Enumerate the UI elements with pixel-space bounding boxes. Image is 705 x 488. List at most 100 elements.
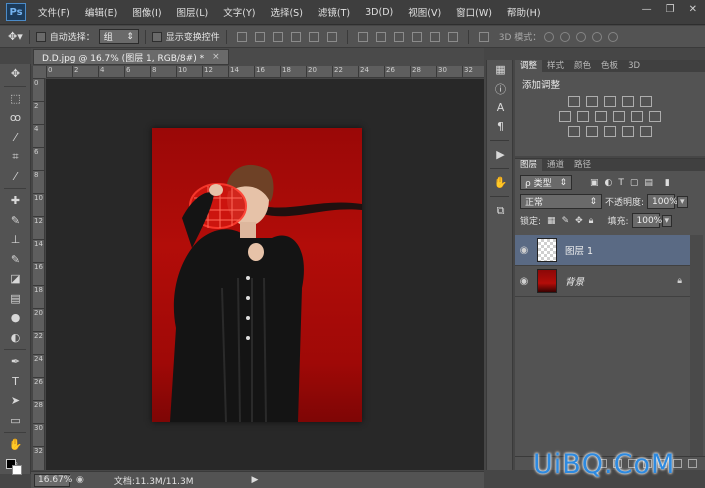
- menu-type[interactable]: 文字(Y): [223, 5, 255, 19]
- 3d-slide-icon[interactable]: [592, 31, 603, 42]
- filter-shape-icon[interactable]: ▢: [630, 178, 639, 188]
- lock-image-icon[interactable]: ✎: [562, 216, 570, 226]
- align-left-icon[interactable]: [290, 31, 301, 42]
- zoom-level-field[interactable]: 16.67%: [34, 473, 72, 487]
- crop-tool-icon[interactable]: ⌗: [0, 147, 31, 167]
- clone-stamp-tool-icon[interactable]: ⊥: [0, 230, 31, 250]
- layer-row-layer1[interactable]: ◉ 图层 1: [515, 235, 690, 266]
- tab-adjustments[interactable]: 调整: [515, 60, 543, 72]
- distribute-left-icon[interactable]: [411, 31, 422, 42]
- auto-select-target-dropdown[interactable]: 组 ⇕: [98, 29, 139, 44]
- eye-icon[interactable]: ◉: [515, 276, 533, 287]
- distribute-vcenter-icon[interactable]: [375, 31, 386, 42]
- lock-transparent-icon[interactable]: ▦: [547, 216, 556, 226]
- menu-edit[interactable]: 编辑(E): [85, 5, 117, 19]
- close-icon[interactable]: ×: [212, 52, 220, 62]
- eye-icon[interactable]: ◉: [515, 245, 533, 256]
- 3d-rotate-icon[interactable]: [544, 31, 555, 42]
- move-tool-icon[interactable]: ✥: [0, 64, 31, 84]
- filter-smart-icon[interactable]: ▤: [644, 178, 653, 188]
- hue-saturation-icon[interactable]: [559, 111, 571, 122]
- shape-tool-icon[interactable]: ▭: [0, 411, 31, 431]
- marquee-tool-icon[interactable]: ⬚: [0, 89, 31, 109]
- align-bottom-icon[interactable]: [272, 31, 283, 42]
- layer-comps-panel-icon[interactable]: ⧉: [487, 201, 514, 220]
- blend-mode-dropdown[interactable]: 正常 ⇕: [520, 194, 602, 209]
- brightness-icon[interactable]: [568, 96, 580, 107]
- 3d-pan-icon[interactable]: [576, 31, 587, 42]
- color-lookup-icon[interactable]: [649, 111, 661, 122]
- ruler-origin[interactable]: [33, 66, 46, 78]
- color-balance-icon[interactable]: [577, 111, 589, 122]
- align-hcenter-icon[interactable]: [308, 31, 319, 42]
- threshold-icon[interactable]: [604, 126, 616, 137]
- tab-3d[interactable]: 3D: [623, 60, 645, 72]
- healing-brush-tool-icon[interactable]: ✚: [0, 191, 31, 211]
- tool-presets-panel-icon[interactable]: ✋: [487, 173, 514, 192]
- eraser-tool-icon[interactable]: ◪: [0, 269, 31, 289]
- levels-icon[interactable]: [586, 96, 598, 107]
- blur-tool-icon[interactable]: ●: [0, 308, 31, 328]
- delete-layer-icon[interactable]: [688, 459, 697, 468]
- status-menu-arrow-icon[interactable]: ▶: [252, 475, 259, 485]
- fill-field[interactable]: 100%: [631, 213, 662, 228]
- menu-file[interactable]: 文件(F): [38, 5, 70, 19]
- channel-mixer-icon[interactable]: [631, 111, 643, 122]
- lasso-tool-icon[interactable]: ꝏ: [0, 108, 31, 128]
- photo-filter-icon[interactable]: [613, 111, 625, 122]
- dodge-tool-icon[interactable]: ◐: [0, 328, 31, 348]
- layers-scrollbar[interactable]: [690, 235, 703, 465]
- show-transform-checkbox[interactable]: [151, 31, 162, 42]
- pen-tool-icon[interactable]: ✒: [0, 352, 31, 372]
- distribute-bottom-icon[interactable]: [393, 31, 404, 42]
- tab-layers[interactable]: 图层: [515, 159, 543, 171]
- 3d-roll-icon[interactable]: [560, 31, 571, 42]
- filter-adjust-icon[interactable]: ◐: [605, 178, 613, 188]
- background-color-swatch[interactable]: [12, 465, 22, 475]
- tab-swatches[interactable]: 色板: [596, 60, 623, 72]
- gradient-map-icon[interactable]: [622, 126, 634, 137]
- menu-view[interactable]: 视图(V): [408, 5, 441, 19]
- opacity-slider-arrow-icon[interactable]: ▾: [677, 195, 688, 208]
- restore-button[interactable]: ❐: [666, 4, 675, 15]
- document-image[interactable]: [152, 128, 362, 422]
- fill-slider-arrow-icon[interactable]: ▾: [661, 214, 673, 227]
- menu-layer[interactable]: 图层(L): [177, 5, 209, 19]
- curves-icon[interactable]: [604, 96, 616, 107]
- menu-select[interactable]: 选择(S): [270, 5, 302, 19]
- posterize-icon[interactable]: [586, 126, 598, 137]
- tab-color[interactable]: 颜色: [569, 60, 596, 72]
- info-panel-icon[interactable]: ⓘ: [487, 79, 514, 98]
- auto-align-icon[interactable]: [478, 31, 489, 42]
- layer-name[interactable]: 背景: [565, 274, 584, 288]
- minimize-button[interactable]: —: [642, 4, 652, 15]
- selective-color-icon[interactable]: [640, 126, 652, 137]
- distribute-hcenter-icon[interactable]: [429, 31, 440, 42]
- black-white-icon[interactable]: [595, 111, 607, 122]
- menu-filter[interactable]: 滤镜(T): [318, 5, 350, 19]
- type-tool-icon[interactable]: T: [0, 372, 31, 392]
- brush-tool-icon[interactable]: ✎: [0, 211, 31, 231]
- 3d-scale-icon[interactable]: [608, 31, 619, 42]
- menu-image[interactable]: 图像(I): [132, 5, 161, 19]
- vibrance-icon[interactable]: [640, 96, 652, 107]
- status-info-icon[interactable]: ◉: [76, 475, 84, 485]
- document-tab[interactable]: D.D.jpg @ 16.7% (图层 1, RGB/8#) * ×: [33, 49, 229, 65]
- quick-select-tool-icon[interactable]: ⁄: [0, 128, 31, 148]
- invert-icon[interactable]: [568, 126, 580, 137]
- layer-name[interactable]: 图层 1: [565, 243, 593, 257]
- distribute-right-icon[interactable]: [447, 31, 458, 42]
- tab-channels[interactable]: 通道: [542, 159, 569, 171]
- move-tool-preset-icon[interactable]: ✥▾: [8, 30, 23, 43]
- tab-styles[interactable]: 样式: [542, 60, 569, 72]
- layer-row-background[interactable]: ◉ 背景 🔒︎: [515, 266, 690, 297]
- menu-help[interactable]: 帮助(H): [507, 5, 541, 19]
- character-panel-icon[interactable]: A: [487, 98, 514, 117]
- horizontal-ruler[interactable]: 0 2 4 6 8 10 12 14 16 18 20 22 24 26 28 30 32: [46, 66, 484, 78]
- exposure-icon[interactable]: [622, 96, 634, 107]
- tab-paths[interactable]: 路径: [569, 159, 596, 171]
- path-select-tool-icon[interactable]: ➤: [0, 391, 31, 411]
- align-right-icon[interactable]: [326, 31, 337, 42]
- vertical-ruler[interactable]: 0 2 4 6 8 10 12 14 16 18 20 22 24 26 28 30 32: [33, 78, 45, 470]
- lock-position-icon[interactable]: ✥: [575, 216, 583, 226]
